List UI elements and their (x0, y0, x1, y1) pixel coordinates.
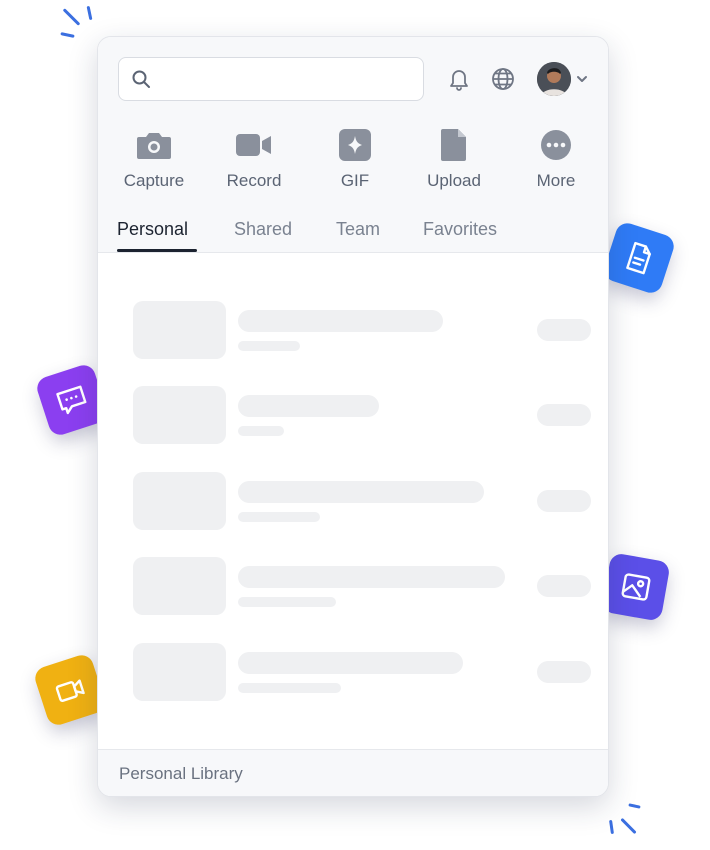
capture-label: Capture (123, 171, 185, 190)
meta-placeholder (537, 661, 591, 683)
tab-personal[interactable]: Personal (117, 219, 188, 240)
active-tab-indicator (117, 249, 197, 252)
user-avatar[interactable] (537, 62, 571, 96)
panel-footer: Personal Library (98, 749, 608, 796)
file-icon (441, 129, 466, 161)
video-icon (55, 679, 85, 702)
title-placeholder (238, 481, 484, 503)
subtitle-placeholder (238, 426, 284, 436)
chat-bubble-icon (56, 385, 87, 415)
upload-label: Upload (427, 171, 481, 190)
gif-label: GIF (340, 171, 370, 190)
thumbnail-placeholder (133, 472, 226, 530)
avatar-image (537, 62, 571, 96)
image-icon (621, 573, 651, 601)
camera-icon (137, 133, 171, 159)
tab-team[interactable]: Team (336, 219, 380, 240)
record-button[interactable]: Record (204, 127, 304, 191)
subtitle-placeholder (238, 512, 320, 522)
meta-placeholder (537, 319, 591, 341)
title-placeholder (238, 566, 505, 588)
thumbnail-placeholder (133, 301, 226, 359)
bell-icon[interactable] (446, 66, 472, 92)
sparkle-stroke (609, 819, 614, 835)
title-placeholder (238, 395, 379, 417)
sparkle-stroke (86, 5, 93, 21)
search-box[interactable] (118, 57, 424, 101)
thumbnail-placeholder (133, 557, 226, 615)
document-tile (601, 220, 677, 296)
footer-label: Personal Library (119, 764, 243, 783)
upload-button[interactable]: Upload (404, 127, 504, 191)
capture-button[interactable]: Capture (104, 127, 204, 191)
sparkle-stroke (60, 32, 75, 38)
title-placeholder (238, 310, 443, 332)
list-item-placeholder (133, 557, 591, 617)
subtitle-placeholder (238, 597, 336, 607)
list-item-placeholder (133, 301, 591, 361)
action-toolbar: Capture Record GIF Upload More (98, 127, 608, 197)
more-dots-icon (541, 130, 571, 160)
sparkle-stroke (62, 8, 81, 26)
tab-favorites[interactable]: Favorites (423, 219, 497, 240)
record-label: Record (226, 171, 282, 190)
meta-placeholder (537, 490, 591, 512)
document-icon (626, 241, 651, 275)
meta-placeholder (537, 404, 591, 426)
app-panel: Capture Record GIF Upload More Personal … (97, 36, 609, 797)
list-item-placeholder (133, 472, 591, 532)
meta-placeholder (537, 575, 591, 597)
video-camera-icon (236, 134, 271, 156)
sparkle-stroke (620, 817, 637, 835)
tab-bar: Personal Shared Team Favorites (98, 209, 608, 253)
search-input[interactable] (161, 58, 419, 100)
image-tile (601, 552, 671, 622)
thumbnail-placeholder (133, 643, 226, 701)
subtitle-placeholder (238, 341, 300, 351)
sparkle-stroke (628, 803, 641, 809)
gif-button[interactable]: GIF (305, 127, 405, 191)
globe-icon[interactable] (490, 66, 516, 92)
search-icon (132, 70, 150, 88)
chevron-down-icon[interactable] (575, 73, 589, 85)
more-button[interactable]: More (506, 127, 606, 191)
more-label: More (536, 171, 576, 190)
title-placeholder (238, 652, 463, 674)
list-item-placeholder (133, 386, 591, 446)
list-item-placeholder (133, 643, 591, 703)
subtitle-placeholder (238, 683, 341, 693)
thumbnail-placeholder (133, 386, 226, 444)
tab-shared[interactable]: Shared (234, 219, 292, 240)
sparkle-icon (339, 129, 371, 161)
